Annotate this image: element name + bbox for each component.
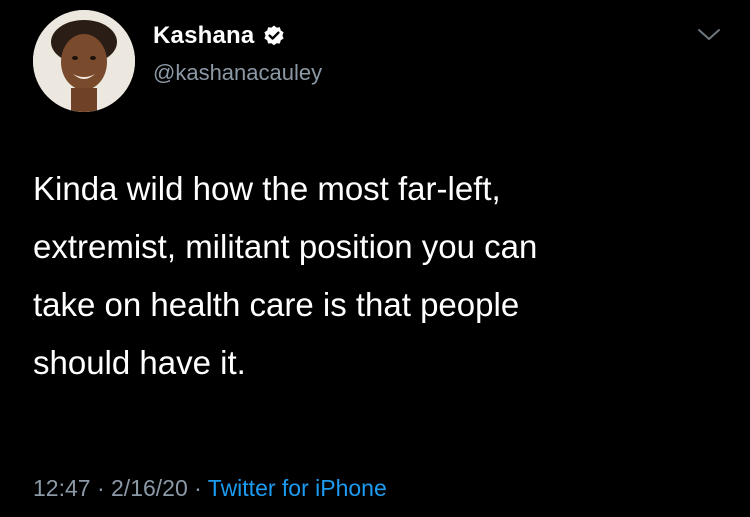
- avatar-image: [33, 10, 135, 112]
- tweet-source-link[interactable]: Twitter for iPhone: [208, 475, 387, 501]
- tweet-date[interactable]: 2/16/20: [111, 475, 188, 501]
- tweet-text-line: extremist, militant position you can: [33, 228, 538, 265]
- chevron-down-icon[interactable]: [696, 26, 722, 44]
- tweet-text-line: take on health care is that people: [33, 286, 520, 323]
- tweet-text-line: Kinda wild how the most far-left,: [33, 170, 501, 207]
- verified-badge-icon: [262, 24, 286, 48]
- tweet-text: Kinda wild how the most far-left, extrem…: [33, 160, 723, 392]
- display-name[interactable]: Kashana: [153, 22, 254, 50]
- avatar[interactable]: [33, 10, 135, 112]
- tweet-text-line: should have it.: [33, 344, 246, 381]
- meta-separator: ·: [194, 475, 208, 501]
- username-handle[interactable]: @kashanacauley: [153, 60, 322, 86]
- author-name-row: Kashana: [153, 22, 286, 50]
- tweet-time[interactable]: 12:47: [33, 475, 91, 501]
- tweet-card: Kashana @kashanacauley Kinda wild how th…: [0, 0, 750, 517]
- tweet-metadata: 12:47 · 2/16/20 · Twitter for iPhone: [33, 475, 387, 502]
- meta-separator: ·: [96, 475, 112, 501]
